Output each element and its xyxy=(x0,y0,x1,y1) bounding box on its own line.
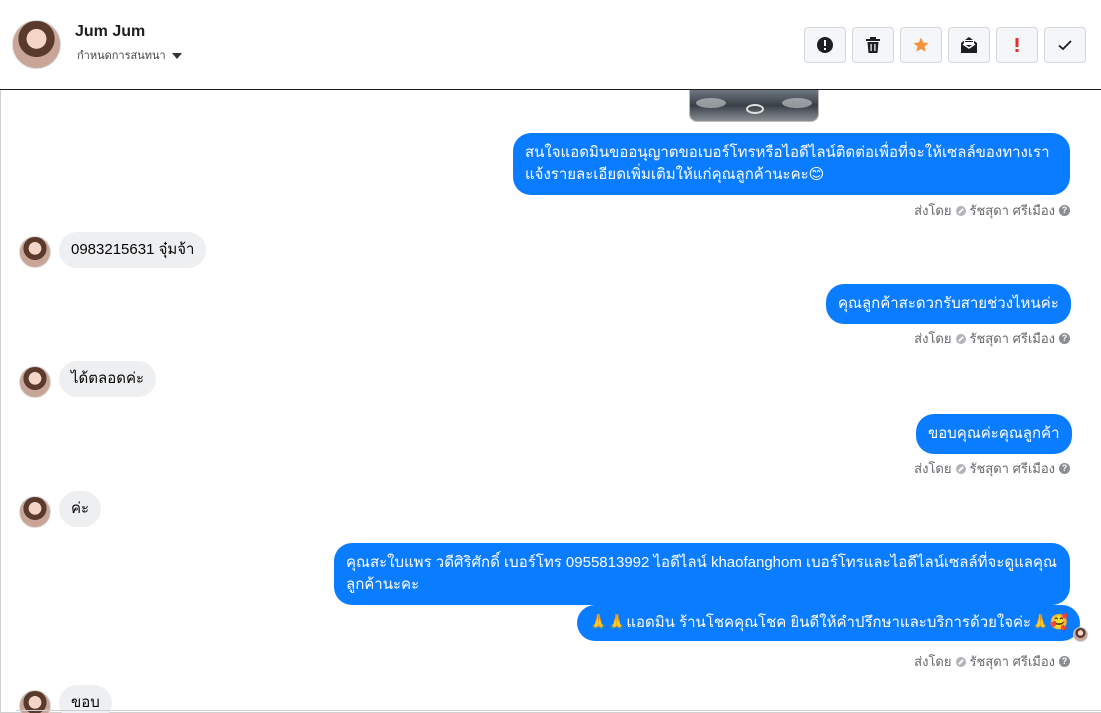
outgoing-message[interactable]: ขอบคุณค่ะคุณลูกค้า xyxy=(916,414,1072,454)
sent-by-label: ส่งโดย รัชสุดา ศรีเมือง ? xyxy=(914,328,1070,349)
conversation-toolbar xyxy=(804,27,1086,63)
delete-button[interactable] xyxy=(852,27,894,63)
mark-unread-button[interactable] xyxy=(948,27,990,63)
sent-by-prefix: ส่งโดย xyxy=(914,203,952,218)
spam-button[interactable] xyxy=(804,27,846,63)
help-icon[interactable]: ? xyxy=(1059,333,1070,344)
message-thread[interactable]: สนใจแอดมินขออนุญาตขอเบอร์โทรหรือไอดีไลน์… xyxy=(0,90,1101,713)
incoming-message[interactable]: ได้ตลอดค่ะ xyxy=(59,361,157,397)
contact-avatar-small[interactable] xyxy=(19,496,51,528)
incoming-message[interactable]: ค่ะ xyxy=(59,491,102,527)
exclamation-icon xyxy=(1015,38,1019,52)
sent-by-agent[interactable]: รัชสุดา ศรีเมือง xyxy=(970,200,1056,221)
agent-check-icon xyxy=(955,205,966,216)
seen-indicator-avatar xyxy=(1073,627,1088,642)
sent-by-label: ส่งโดย รัชสุดา ศรีเมือง ? xyxy=(914,200,1070,221)
image-attachment[interactable] xyxy=(689,90,819,122)
envelope-open-icon xyxy=(961,37,977,53)
sent-by-label: ส่งโดย รัชสุดา ศรีเมือง ? xyxy=(914,458,1070,479)
contact-avatar-small[interactable] xyxy=(19,236,51,268)
outgoing-message[interactable]: 🙏🙏แอดมิน ร้านโชคคุณโชค ยินดีให้คำปรึกษาแ… xyxy=(577,605,1081,641)
car-logo-icon xyxy=(746,104,764,114)
done-button[interactable] xyxy=(1044,27,1086,63)
alert-circle-icon xyxy=(817,37,833,53)
label-dropdown-text: กำหนดการสนทนา xyxy=(77,50,166,62)
sent-by-agent[interactable]: รัชสุดา ศรีเมือง xyxy=(970,458,1056,479)
conversation-label-dropdown[interactable]: กำหนดการสนทนา xyxy=(77,46,182,64)
outgoing-message[interactable]: สนใจแอดมินขออนุญาตขอเบอร์โทรหรือไอดีไลน์… xyxy=(513,133,1070,195)
sent-by-prefix: ส่งโดย xyxy=(914,654,952,669)
trash-icon xyxy=(866,37,880,53)
star-button[interactable] xyxy=(900,27,942,63)
help-icon[interactable]: ? xyxy=(1059,205,1070,216)
conversation-header: Jum Jum กำหนดการสนทนา xyxy=(0,0,1101,90)
important-button[interactable] xyxy=(996,27,1038,63)
incoming-message[interactable]: ขอบ xyxy=(59,685,112,713)
outgoing-message[interactable]: คุณสะใบแพร วดีศิริศักดิ์ เบอร์โทร 095581… xyxy=(334,543,1070,605)
star-icon xyxy=(913,37,929,52)
help-icon[interactable]: ? xyxy=(1059,463,1070,474)
sent-by-prefix: ส่งโดย xyxy=(914,461,952,476)
sent-by-agent[interactable]: รัชสุดา ศรีเมือง xyxy=(970,651,1056,672)
image-detail xyxy=(696,98,726,108)
agent-check-icon xyxy=(955,463,966,474)
contact-avatar-small[interactable] xyxy=(19,366,51,398)
contact-name[interactable]: Jum Jum xyxy=(75,23,145,41)
check-icon xyxy=(1058,40,1072,51)
outgoing-message[interactable]: คุณลูกค้าสะดวกรับสายช่วงไหนค่ะ xyxy=(826,284,1071,324)
sent-by-agent[interactable]: รัชสุดา ศรีเมือง xyxy=(970,328,1056,349)
incoming-message[interactable]: 0983215631 จุ๋มจ้า xyxy=(59,232,207,268)
contact-avatar[interactable] xyxy=(12,20,61,69)
agent-check-icon xyxy=(955,656,966,667)
sent-by-label: ส่งโดย รัชสุดา ศรีเมือง ? xyxy=(914,651,1070,672)
help-icon[interactable]: ? xyxy=(1059,656,1070,667)
sent-by-prefix: ส่งโดย xyxy=(914,331,952,346)
image-detail xyxy=(782,98,812,108)
agent-check-icon xyxy=(955,333,966,344)
caret-down-icon xyxy=(171,52,182,59)
